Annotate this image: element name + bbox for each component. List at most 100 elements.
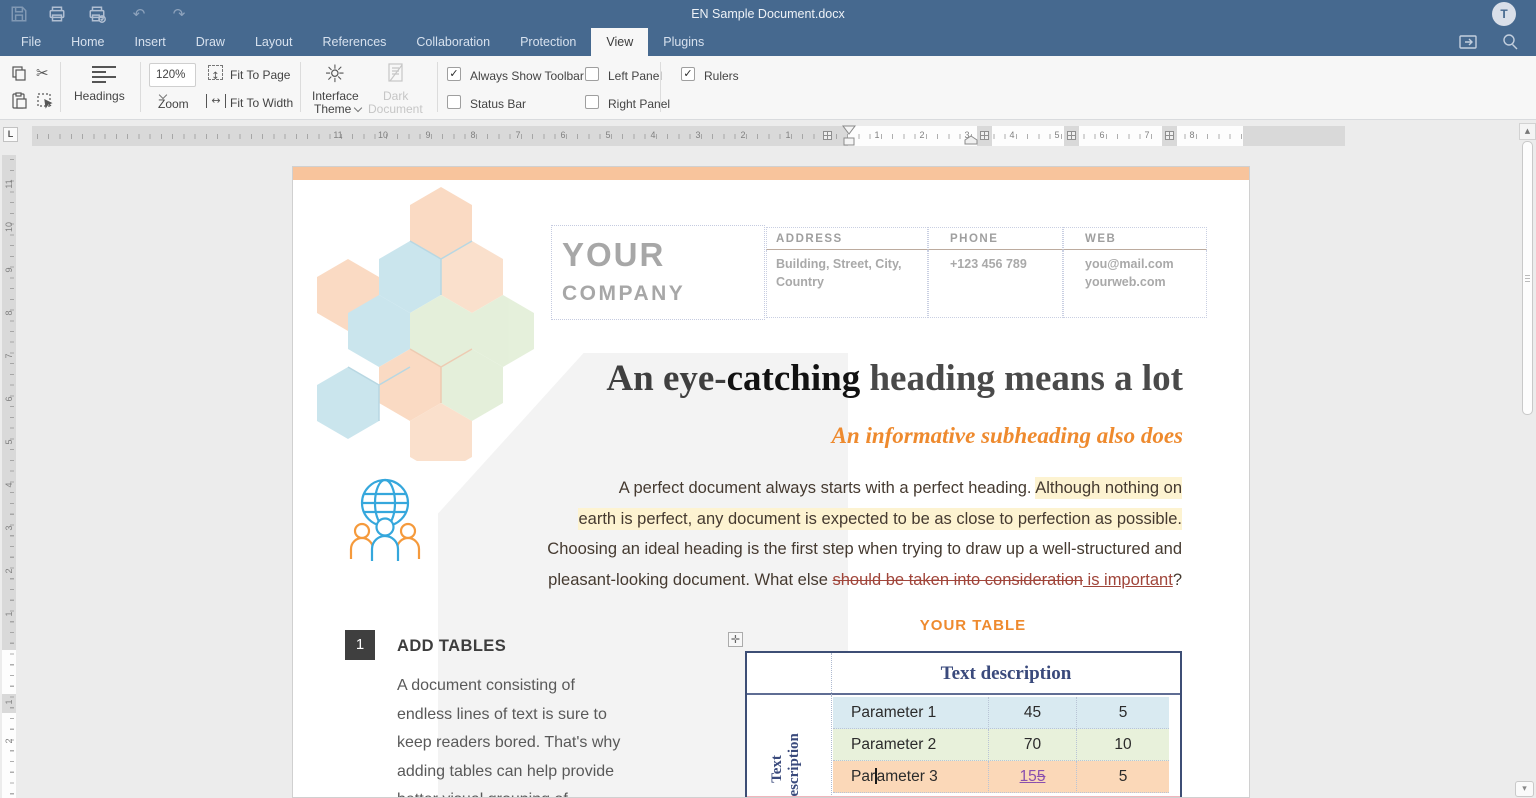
avatar[interactable]: T [1492,2,1516,26]
always-show-toolbar-label[interactable]: Always Show Toolbar [470,69,584,83]
fit-to-width-button[interactable]: Fit To Width [230,96,293,110]
hexagon-logo [317,187,534,461]
section-body: A document consisting of endless lines o… [397,677,621,797]
menu-tab-bar: File Home Insert Draw Layout References … [0,28,1536,56]
status-bar-label[interactable]: Status Bar [470,97,526,111]
vertical-ruler[interactable]: 11 10 9 8 7 6 5 4 3 2 1 12 [2,155,16,798]
paste-icon[interactable] [10,92,28,110]
table-column-marker[interactable] [823,131,832,140]
tracked-change-deleted: 5 [1036,768,1046,785]
ruler-number: 6 [1099,130,1105,140]
scroll-up-button[interactable]: ▲ [1519,123,1536,140]
table-row[interactable]: Parameter 1 45 5 [833,697,1169,729]
ruler-number: 2 [4,738,14,744]
rulers-checkbox[interactable]: ✓ [681,67,695,81]
zoom-dropdown[interactable]: 120% [149,63,196,100]
company-name-box: YOUR COMPANY [551,225,765,320]
contact-header-web: WEB [1063,227,1207,250]
right-indent-marker[interactable] [964,135,978,145]
ruler-number: 8 [1189,130,1195,140]
divider [60,62,61,112]
zoom-label: Zoom [158,97,189,111]
tracked-insertion: is important [1082,570,1173,589]
tracked-deletion: should be taken into consideration [832,570,1083,589]
table-row[interactable]: Parameter 3 155 5 [833,761,1169,793]
document-heading: An eye-catching heading means a lot [606,358,1183,399]
open-file-location-icon[interactable] [1458,32,1478,52]
fit-to-page-button[interactable]: Fit To Page [230,68,290,82]
corner-button[interactable]: ▾ [1515,781,1534,797]
search-icon[interactable] [1500,32,1520,52]
view-toolbar: ✂ Headings 120% Zoom ↕ Fit To Page ↔ Fit… [0,56,1536,120]
intro-paragraph: A perfect document always starts with a … [547,477,1182,589]
table-header-row: Text description [747,653,1180,695]
table-header-cell[interactable]: Text description [831,653,1180,695]
scrollbar-grip [1525,275,1530,283]
tab-draw[interactable]: Draw [181,28,240,56]
fit-to-page-icon: ↕ [208,65,223,82]
highlighted-text: earth is perfect, any document is expect… [578,507,1182,530]
divider [300,62,301,112]
dark-document-icon [386,62,406,84]
headings-icon [92,66,118,86]
ruler-number: 7 [1144,130,1150,140]
title-bar: ↶ ↷ EN Sample Document.docx T [0,0,1536,28]
data-table[interactable]: Text description Text description Paramet… [745,651,1182,798]
status-bar-checkbox[interactable] [447,95,461,109]
table-column-marker[interactable] [980,131,989,140]
divider [437,62,438,112]
table-column-marker[interactable] [1067,131,1076,140]
tab-file[interactable]: File [6,28,56,56]
rulers-label[interactable]: Rulers [704,69,739,83]
company-name: YOUR [562,236,666,273]
chevron-down-icon [354,103,363,113]
table-row[interactable]: Parameter 2 70 10 [833,729,1169,761]
ruler-number: 2 [919,130,925,140]
document-page[interactable]: YOUR COMPANY ADDRESS PHONE WEB Building,… [292,166,1250,798]
tab-references[interactable]: References [307,28,401,56]
fit-to-width-icon: ↔ [206,94,226,108]
contact-web: you@mail.com yourweb.com [1063,250,1207,318]
divider [140,62,141,112]
tab-selector-button[interactable]: L [3,127,18,142]
tracked-change-value: 15 [1019,768,1037,785]
scrollbar-thumb[interactable] [1522,141,1533,415]
contact-address: Building, Street, City, Country [766,250,928,318]
indent-marker[interactable] [841,124,857,148]
tab-home[interactable]: Home [56,28,119,56]
table-column-marker[interactable] [1165,131,1174,140]
tab-collaboration[interactable]: Collaboration [401,28,505,56]
ruler-number: 1 [874,130,880,140]
tab-view[interactable]: View [591,28,649,56]
select-all-icon[interactable] [36,92,54,110]
globe-people-icon [349,478,421,561]
ruler-number: 4 [1009,130,1015,140]
highlighted-text: Although nothing on [1035,477,1182,499]
document-subheading: An informative subheading also does [831,423,1183,448]
tab-layout[interactable]: Layout [240,28,308,56]
tab-plugins[interactable]: Plugins [648,28,719,56]
section-number-badge: 1 [345,630,375,660]
contact-phone: +123 456 789 [928,250,1063,318]
interface-theme-icon: ☼ [324,60,346,88]
document-title: EN Sample Document.docx [691,7,845,21]
ruler-number: 1 [4,699,14,705]
right-panel-checkbox[interactable] [585,95,599,109]
ruler-number: 5 [1054,130,1060,140]
tab-insert[interactable]: Insert [120,28,181,56]
horizontal-ruler[interactable]: 11 10 9 8 7 6 5 4 3 2 1 12345678 [32,124,1345,148]
tab-protection[interactable]: Protection [505,28,591,56]
left-panel-label[interactable]: Left Panel [608,69,662,83]
cut-icon[interactable]: ✂ [36,64,54,82]
copy-icon[interactable] [10,64,28,82]
contact-table: ADDRESS PHONE WEB Building, Street, City… [766,227,1207,318]
table-move-handle[interactable]: ✛ [728,632,743,647]
left-panel-checkbox[interactable] [585,67,599,81]
contact-header-phone: PHONE [928,227,1063,250]
contact-header-address: ADDRESS [766,227,928,250]
table-side-label: Text description [769,733,802,798]
always-show-toolbar-checkbox[interactable]: ✓ [447,67,461,81]
divider [660,62,661,112]
section-title: ADD TABLES [397,637,507,655]
table-caption: YOUR TABLE [919,617,1027,634]
